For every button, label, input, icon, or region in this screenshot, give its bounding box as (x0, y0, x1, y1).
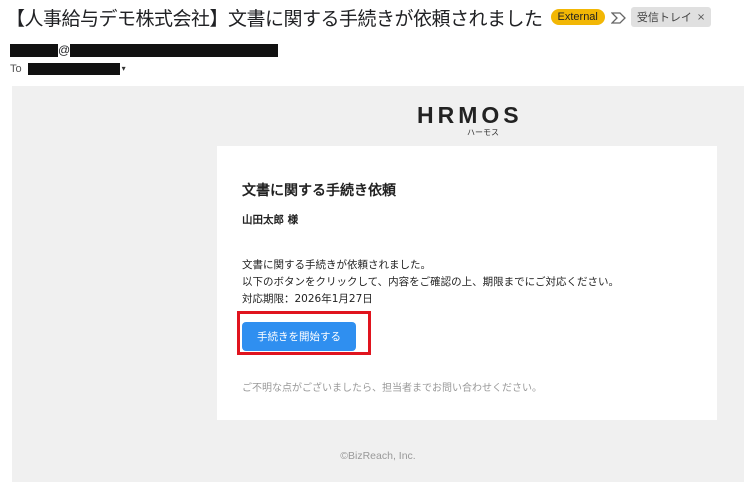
body-line-2: 以下のボタンをクリックして、内容をご確認の上、期限までにご対応ください。 (242, 276, 619, 288)
chevron-down-icon[interactable]: ▾ (122, 64, 126, 73)
sender-row: @ (10, 42, 279, 58)
redacted-recipient (27, 62, 120, 75)
email-body: HRMOS ハーモス 文書に関する手続き依頼 山田太郎 様 文書に関する手続きが… (12, 86, 744, 482)
inbox-label-text: 受信トレイ (636, 11, 692, 24)
inbox-label-chip[interactable]: 受信トレイ × (630, 7, 712, 27)
important-marker-icon[interactable] (610, 10, 627, 24)
subject-row: 【人事給与デモ株式会社】文書に関する手続きが依頼されました External 受… (6, 4, 712, 30)
external-badge: External (550, 9, 605, 25)
sender-at-sign: @ (58, 43, 71, 57)
logo-text: HRMOS (417, 102, 523, 128)
body-line-1: 文書に関する手続きが依頼されました。 (242, 259, 431, 271)
remove-label-icon[interactable]: × (697, 12, 705, 23)
redacted-sender-name (10, 43, 58, 57)
contact-note: ご不明な点がございましたら、担当者までお問い合わせください。 (242, 383, 542, 394)
card-body-text: 文書に関する手続きが依頼されました。 以下のボタンをクリックして、内容をご確認の… (242, 257, 619, 308)
recipient-row[interactable]: To ▾ (10, 61, 126, 76)
request-card: 文書に関する手続き依頼 山田太郎 様 文書に関する手続きが依頼されました。 以下… (217, 146, 717, 420)
footer-copyright: ©BizReach, Inc. (340, 450, 416, 462)
email-subject: 【人事給与デモ株式会社】文書に関する手続きが依頼されました (6, 7, 543, 30)
recipient-name: 山田太郎 様 (242, 214, 299, 226)
to-label: To (10, 62, 22, 75)
card-title: 文書に関する手続き依頼 (242, 183, 396, 199)
hrmos-logo: HRMOS ハーモス (417, 102, 523, 138)
deadline-text: 対応期限：2026年1月27日 (242, 293, 373, 305)
redacted-sender-domain (70, 43, 279, 57)
start-procedure-button[interactable]: 手続きを開始する (242, 322, 356, 351)
